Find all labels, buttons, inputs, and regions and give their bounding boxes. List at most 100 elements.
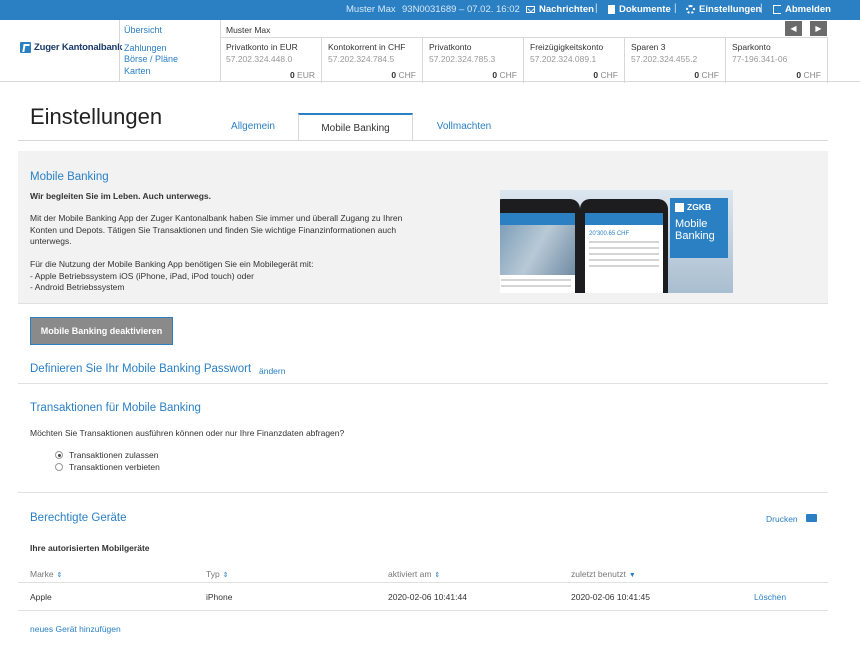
column-header-type[interactable]: Typ ⇕ xyxy=(206,569,229,579)
document-icon xyxy=(608,5,615,14)
sort-icon: ⇕ xyxy=(222,572,229,579)
account-number: 57.202.324.448.0 xyxy=(226,54,293,64)
transactions-question: Möchten Sie Transaktionen ausführen könn… xyxy=(30,428,345,438)
account-balance: 0 EUR xyxy=(289,70,315,80)
account-owner: Muster Max xyxy=(226,25,271,35)
account-strip: Privatkonto in EUR 57.202.324.448.0 0 EU… xyxy=(220,37,828,83)
column-header-activated[interactable]: aktiviert am ⇕ xyxy=(388,569,440,579)
printer-icon[interactable] xyxy=(806,514,817,522)
account-balance: 0 CHF xyxy=(492,70,517,80)
radio-label: Transaktionen verbieten xyxy=(69,462,160,472)
account-number: 77-196.341-06 xyxy=(732,54,788,64)
account-balance: 0 CHF xyxy=(593,70,618,80)
main-nav: Übersicht Zahlungen Börse / Pläne Karten xyxy=(124,25,178,77)
logout-label: Abmelden xyxy=(785,4,831,15)
account-number: 57.202.324.784.5 xyxy=(328,54,395,64)
device-last-used: 2020-02-06 10:41:45 xyxy=(571,592,650,602)
bank-logo-icon xyxy=(20,42,31,53)
chevron-left-icon: ◀ xyxy=(790,24,797,33)
account-tile[interactable]: Privatkonto in EUR 57.202.324.448.0 0 EU… xyxy=(220,38,322,83)
radio-allow-transactions[interactable]: Transaktionen zulassen xyxy=(55,450,158,460)
phone-illustration xyxy=(500,199,580,293)
transactions-heading: Transaktionen für Mobile Banking xyxy=(30,402,201,414)
nav-payments[interactable]: Zahlungen xyxy=(124,43,178,55)
devices-subheading: Ihre autorisierten Mobilgeräte xyxy=(30,543,150,553)
divider xyxy=(18,383,828,384)
radio-unchecked-icon xyxy=(55,463,63,471)
nav-cards[interactable]: Karten xyxy=(124,66,178,78)
documents-link[interactable]: Dokumente xyxy=(608,4,671,15)
account-name: Freizügigkeitskonto xyxy=(530,42,604,52)
account-balance: 0 CHF xyxy=(796,70,821,80)
tab-divider xyxy=(18,140,828,141)
chevron-right-icon: ▶ xyxy=(815,24,822,33)
mobile-tagline: Wir begleiten Sie im Leben. Auch unterwe… xyxy=(30,191,211,201)
tab-bar: Allgemein Mobile Banking Vollmachten xyxy=(0,113,860,141)
column-header-brand[interactable]: Marke ⇕ xyxy=(30,569,63,579)
radio-forbid-transactions[interactable]: Transaktionen verbieten xyxy=(55,462,160,472)
radio-label: Transaktionen zulassen xyxy=(69,450,159,460)
tab-general[interactable]: Allgemein xyxy=(208,113,298,141)
phone-illustration: 20'300.65 CHF xyxy=(580,199,668,293)
devices-heading: Berechtigte Geräte xyxy=(30,512,127,524)
settings-label: Einstellungen xyxy=(699,4,762,15)
account-tile[interactable]: Freizügigkeitskonto 57.202.324.089.1 0 C… xyxy=(524,38,625,83)
column-header-last-used[interactable]: zuletzt benutzt ▼ xyxy=(571,569,636,579)
divider xyxy=(18,492,828,493)
separator: | xyxy=(760,3,763,14)
deactivate-mobile-banking-button[interactable]: Mobile Banking deaktivieren xyxy=(30,317,173,345)
sort-desc-icon: ▼ xyxy=(628,572,636,579)
top-bar: Muster Max 93N0031689 – 07.02. 16:02 Nac… xyxy=(0,0,860,20)
envelope-icon xyxy=(526,6,535,13)
account-tile[interactable]: Sparkonto 77-196.341-06 0 CHF xyxy=(726,38,828,83)
tab-authorizations[interactable]: Vollmachten xyxy=(413,113,515,141)
mobile-banking-heading: Mobile Banking xyxy=(30,171,109,183)
separator: | xyxy=(595,3,598,14)
account-name: Privatkonto xyxy=(429,42,472,52)
account-name: Sparkonto xyxy=(732,42,771,52)
prev-accounts-button[interactable]: ◀ xyxy=(785,21,802,36)
messages-link[interactable]: Nachrichten xyxy=(526,4,594,15)
account-name: Kontokorrent in CHF xyxy=(328,42,406,52)
device-brand: Apple xyxy=(30,592,52,602)
account-balance: 0 CHF xyxy=(391,70,416,80)
documents-label: Dokumente xyxy=(619,4,671,15)
user-name: Muster Max xyxy=(346,4,396,15)
tab-mobile-banking[interactable]: Mobile Banking xyxy=(298,113,413,141)
radio-checked-icon xyxy=(55,451,63,459)
mobile-requirements: Für die Nutzung der Mobile Banking App b… xyxy=(30,259,314,292)
contract-info: 93N0031689 – 07.02. 16:02 xyxy=(402,4,520,15)
add-device-link[interactable]: neues Gerät hinzufügen xyxy=(30,624,121,634)
account-name: Sparen 3 xyxy=(631,42,666,52)
device-activated: 2020-02-06 10:41:44 xyxy=(388,592,467,602)
account-tile[interactable]: Kontokorrent in CHF 57.202.324.784.5 0 C… xyxy=(322,38,423,83)
account-tile[interactable]: Privatkonto 57.202.324.785.3 0 CHF xyxy=(423,38,524,83)
next-accounts-button[interactable]: ▶ xyxy=(810,21,827,36)
delete-device-link[interactable]: Löschen xyxy=(754,592,786,602)
nav-overview[interactable]: Übersicht xyxy=(124,25,178,37)
account-number: 57.202.324.089.1 xyxy=(530,54,597,64)
bank-logo-icon xyxy=(675,202,684,212)
sort-icon: ⇕ xyxy=(434,572,441,579)
bank-logo[interactable]: Zuger Kantonalbank xyxy=(20,42,122,53)
gear-icon xyxy=(686,5,695,14)
account-number: 57.202.324.455.2 xyxy=(631,54,698,64)
account-tile[interactable]: Sparen 3 57.202.324.455.2 0 CHF xyxy=(625,38,726,83)
bank-name: Zuger Kantonalbank xyxy=(34,42,123,53)
mobile-app-promo-image: 20'300.65 CHF ZGKB Mobile Banking xyxy=(500,190,733,293)
account-balance: 0 CHF xyxy=(694,70,719,80)
logout-link[interactable]: Abmelden xyxy=(773,4,831,15)
app-brand-label: Mobile Banking xyxy=(675,218,715,242)
change-password-link[interactable]: ändern xyxy=(259,366,285,376)
divider xyxy=(18,582,828,583)
settings-link[interactable]: Einstellungen xyxy=(686,4,761,15)
nav-exchange[interactable]: Börse / Pläne xyxy=(124,54,178,66)
device-type: iPhone xyxy=(206,592,233,602)
divider xyxy=(119,20,120,82)
sort-icon: ⇕ xyxy=(56,572,63,579)
password-heading: Definieren Sie Ihr Mobile Banking Passwo… xyxy=(30,363,252,375)
print-link[interactable]: Drucken xyxy=(766,514,798,524)
account-number: 57.202.324.785.3 xyxy=(429,54,496,64)
messages-label: Nachrichten xyxy=(539,4,594,15)
separator: | xyxy=(674,3,677,14)
